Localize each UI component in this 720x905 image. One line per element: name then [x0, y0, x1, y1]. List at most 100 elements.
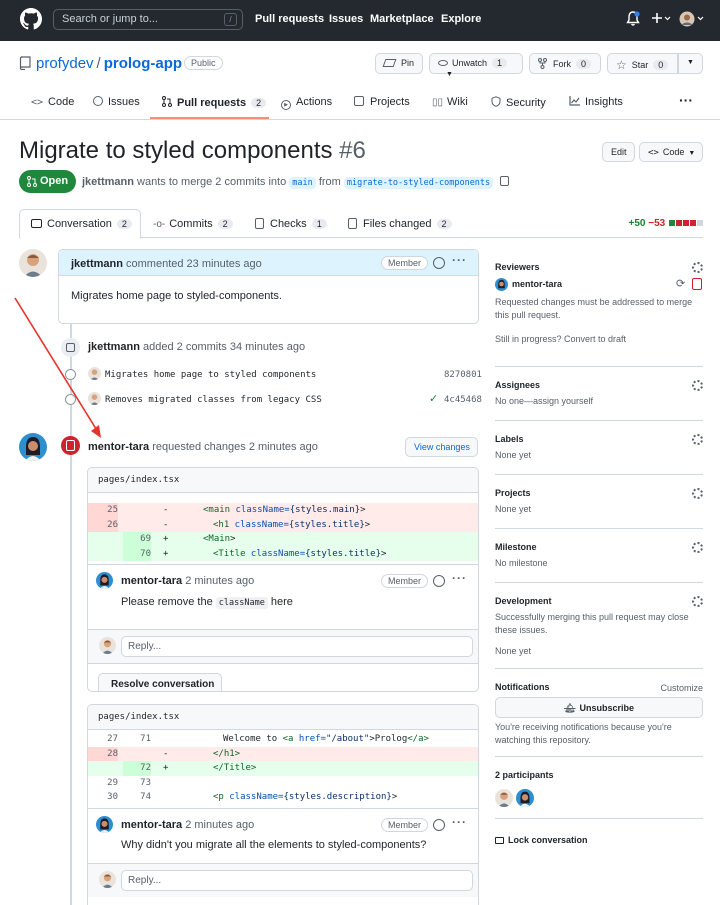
nav-issues[interactable]: Issues [329, 13, 363, 25]
bell-icon[interactable] [626, 11, 640, 27]
comment-author-link[interactable]: jkettmann [71, 258, 123, 270]
tab-insights[interactable]: Insights [569, 96, 623, 108]
old-line-number[interactable]: 25 [88, 503, 118, 518]
old-line-number[interactable]: 30 [88, 790, 118, 805]
avatar-jkettmann[interactable] [88, 367, 101, 380]
convert-to-draft-link[interactable]: Still in progress? Convert to draft [495, 333, 703, 346]
caret-down-icon[interactable]: ▼ [446, 71, 453, 78]
plus-icon[interactable] [651, 11, 671, 25]
tab-wiki[interactable]: ▯▯ Wiki [432, 96, 468, 108]
commits-author-link[interactable]: jkettmann [88, 341, 140, 353]
smiley-icon[interactable] [433, 818, 445, 831]
head-branch[interactable]: migrate-to-styled-components [343, 177, 494, 189]
reply-input[interactable]: Reply... [121, 869, 473, 891]
code-dropdown-button[interactable]: <> Code ▼ [639, 142, 703, 162]
file-path[interactable]: pages/index.tsx [88, 468, 478, 493]
reviewers-heading[interactable]: Reviewers [495, 262, 703, 272]
new-line-number[interactable]: 70 [123, 546, 151, 562]
tab-code[interactable]: <> Code [31, 96, 74, 108]
old-line-number[interactable]: 28 [88, 746, 118, 762]
nav-pull-requests[interactable]: Pull requests [255, 13, 324, 25]
labels-heading[interactable]: Labels [495, 434, 703, 444]
resolve-conversation-button[interactable]: Resolve conversation [98, 673, 222, 691]
avatar-mentor-tara[interactable] [495, 278, 508, 291]
base-branch[interactable]: main [289, 177, 316, 189]
reviewer-name[interactable]: mentor-tara [512, 279, 562, 289]
gear-icon[interactable] [692, 542, 703, 553]
github-logo-icon[interactable] [20, 8, 42, 30]
lock-conversation-link[interactable]: Lock conversation [508, 835, 588, 845]
tab-security[interactable]: Security [491, 96, 546, 109]
edit-title-button[interactable]: Edit [602, 142, 635, 162]
commit-sha-link[interactable]: 8270801 [444, 370, 482, 380]
unwatch-button[interactable]: Unwatch 1 ▼ [429, 53, 523, 78]
fork-button[interactable]: Fork 0 [529, 53, 601, 74]
tab-checks[interactable]: Checks 1 [255, 218, 327, 230]
review-comment-author-link[interactable]: mentor-tara [121, 819, 182, 831]
old-line-number[interactable]: 29 [88, 776, 118, 791]
avatar-mentor-tara[interactable] [19, 433, 47, 461]
tab-projects[interactable]: Projects [354, 96, 410, 108]
gear-icon[interactable] [692, 488, 703, 499]
review-comment-author-link[interactable]: mentor-tara [121, 575, 182, 587]
repo-owner-link[interactable]: profydev [36, 55, 94, 72]
new-line-number[interactable]: 69 [123, 532, 151, 547]
tab-conversation[interactable]: Conversation 2 [31, 218, 132, 230]
star-dropdown-button[interactable]: ▼ [678, 53, 703, 74]
gear-icon[interactable] [692, 380, 703, 391]
smiley-icon[interactable] [433, 257, 445, 269]
view-changes-button[interactable]: View changes [405, 437, 478, 457]
kebab-menu-icon[interactable]: ··· [452, 253, 467, 267]
nav-marketplace[interactable]: Marketplace [370, 13, 434, 25]
unsubscribe-button[interactable]: 🔔︎ Unsubscribe [495, 697, 703, 718]
lock-section[interactable]: Lock conversation [495, 832, 703, 846]
review-author-link[interactable]: mentor-tara [88, 441, 149, 453]
participant-avatar[interactable] [516, 789, 534, 807]
old-line-number[interactable]: 27 [88, 732, 118, 747]
user-avatar-icon[interactable] [679, 11, 707, 27]
search-input[interactable]: Search or jump to... / [53, 9, 243, 30]
pr-author-link[interactable]: jkettmann [82, 176, 134, 188]
tab-pull-requests[interactable]: Pull requests 2 [162, 96, 267, 109]
kebab-menu-icon[interactable]: ··· [452, 815, 467, 829]
new-line-number[interactable]: 73 [123, 776, 151, 791]
commit-message-link[interactable]: Removes migrated classes from legacy CSS [105, 395, 322, 405]
new-line-number[interactable]: 71 [123, 732, 151, 747]
pin-button[interactable]: Pin [375, 53, 423, 74]
avatar-mentor-tara[interactable] [96, 815, 113, 833]
nav-explore[interactable]: Explore [441, 13, 481, 25]
development-heading[interactable]: Development [495, 596, 703, 606]
kebab-menu-icon[interactable]: ··· [452, 571, 467, 585]
repo-name-link[interactable]: prolog-app [104, 55, 182, 72]
avatar-jkettmann[interactable] [88, 392, 101, 405]
new-line-number[interactable]: 74 [123, 790, 151, 805]
tab-actions[interactable]: ▶ Actions [281, 96, 332, 110]
avatar-jkettmann[interactable] [19, 249, 47, 277]
gear-icon[interactable] [692, 434, 703, 445]
new-line-number[interactable]: 72 [123, 761, 151, 776]
gear-icon[interactable] [692, 262, 703, 273]
tab-issues[interactable]: Issues [93, 96, 140, 108]
assignees-value[interactable]: No one—assign yourself [495, 395, 703, 408]
gear-icon[interactable] [692, 596, 703, 607]
reply-input[interactable]: Reply... [121, 636, 473, 658]
smiley-icon[interactable] [433, 575, 445, 588]
re-request-review-icon[interactable]: ⟳ [676, 277, 685, 290]
star-button[interactable]: ☆ Star 0 [607, 53, 678, 74]
milestone-heading[interactable]: Milestone [495, 542, 703, 552]
projects-heading[interactable]: Projects [495, 488, 703, 498]
avatar-mentor-tara[interactable] [96, 572, 113, 590]
commit-message-link[interactable]: Migrates home page to styled components [105, 370, 316, 380]
assignees-heading[interactable]: Assignees [495, 380, 703, 390]
commit-sha-link[interactable]: 4c45468 [444, 395, 482, 405]
tab-commits[interactable]: -o- Commits 2 [153, 218, 233, 230]
file-path[interactable]: pages/index.tsx [88, 705, 478, 730]
check-icon[interactable]: ✓ [429, 392, 438, 405]
participant-avatar[interactable] [495, 789, 513, 807]
copy-icon[interactable] [500, 176, 510, 186]
more-tabs-icon[interactable]: ··· [679, 92, 693, 108]
code-token: className= [223, 792, 284, 803]
customize-link[interactable]: Customize [660, 682, 703, 695]
tab-files-changed[interactable]: Files changed 2 [348, 218, 452, 230]
old-line-number[interactable]: 26 [88, 517, 118, 533]
